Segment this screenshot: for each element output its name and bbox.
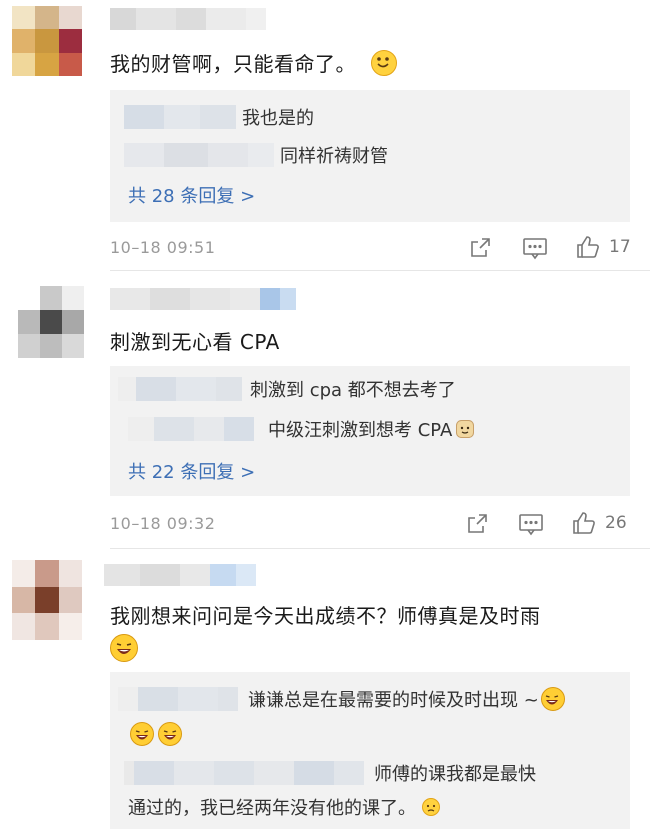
- divider: [110, 548, 650, 549]
- username-blurred[interactable]: [124, 761, 364, 785]
- view-more-replies-link[interactable]: 共 28 条回复 >: [128, 182, 255, 208]
- comment-text-emoji: [110, 634, 138, 662]
- reply-emoji-row: [130, 722, 182, 746]
- sad-emoji-icon: [422, 798, 440, 816]
- avatar[interactable]: [12, 560, 82, 640]
- laughing-emoji-icon: [130, 722, 154, 746]
- laughing-emoji-icon: [540, 687, 565, 711]
- username-blurred[interactable]: [110, 288, 296, 310]
- reply-box: 谦谦总是在最需要的时候及时出现 ~ 师傅的课我都是最快 通过的，我已经两年没有他…: [110, 672, 630, 829]
- avatar[interactable]: [12, 6, 82, 76]
- reply-button[interactable]: [518, 512, 544, 536]
- comment-text: 刺激到无心看 CPA: [110, 330, 280, 354]
- comment-icon: [523, 238, 547, 260]
- divider: [110, 270, 650, 271]
- laughing-emoji-icon: [158, 722, 182, 746]
- share-button[interactable]: [468, 236, 492, 260]
- share-icon: [468, 514, 487, 533]
- timestamp: 10–18 09:32: [110, 514, 216, 533]
- username-blurred[interactable]: [110, 8, 266, 30]
- like-count: 17: [609, 237, 631, 257]
- timestamp: 10–18 09:51: [110, 238, 216, 257]
- doge-emoji-icon: [456, 420, 475, 438]
- reply-item[interactable]: 师傅的课我都是最快: [124, 760, 536, 786]
- like-count: 26: [605, 513, 627, 533]
- like-button[interactable]: 17: [575, 234, 631, 260]
- reply-item[interactable]: 谦谦总是在最需要的时候及时出现 ~: [118, 686, 565, 712]
- reply-item[interactable]: 中级汪刺激到想考 CPA: [128, 416, 475, 442]
- share-icon: [471, 238, 490, 257]
- avatar[interactable]: [18, 286, 84, 358]
- view-more-replies-link[interactable]: 共 22 条回复 >: [128, 458, 255, 484]
- username-blurred[interactable]: [118, 377, 242, 401]
- like-button[interactable]: 26: [571, 510, 627, 536]
- username-blurred[interactable]: [104, 564, 256, 586]
- thumbs-up-icon: [573, 512, 595, 534]
- thumbs-up-icon: [577, 236, 599, 258]
- comment-text: 我的财管啊，只能看命了。: [110, 48, 397, 79]
- username-blurred[interactable]: [128, 417, 254, 441]
- username-blurred[interactable]: [124, 105, 236, 129]
- smile-emoji-icon: [370, 49, 397, 76]
- username-blurred[interactable]: [118, 687, 238, 711]
- share-button[interactable]: [465, 512, 489, 536]
- laughing-emoji-icon: [110, 634, 138, 662]
- reply-item-continuation: 通过的，我已经两年没有他的课了。: [128, 794, 440, 820]
- reply-button[interactable]: [522, 236, 548, 260]
- username-blurred[interactable]: [124, 143, 274, 167]
- reply-item[interactable]: 刺激到 cpa 都不想去考了: [118, 376, 456, 402]
- reply-box: 我也是的 同样祈祷财管 共 28 条回复 >: [110, 90, 630, 222]
- comment-icon: [519, 514, 543, 536]
- reply-item[interactable]: 我也是的: [124, 104, 314, 130]
- comment-text: 我刚想来问问是今天出成绩不？师傅真是及时雨: [110, 604, 541, 628]
- reply-item[interactable]: 同样祈祷财管: [124, 142, 388, 168]
- reply-box: 刺激到 cpa 都不想去考了 中级汪刺激到想考 CPA 共 22 条回复 >: [110, 366, 630, 496]
